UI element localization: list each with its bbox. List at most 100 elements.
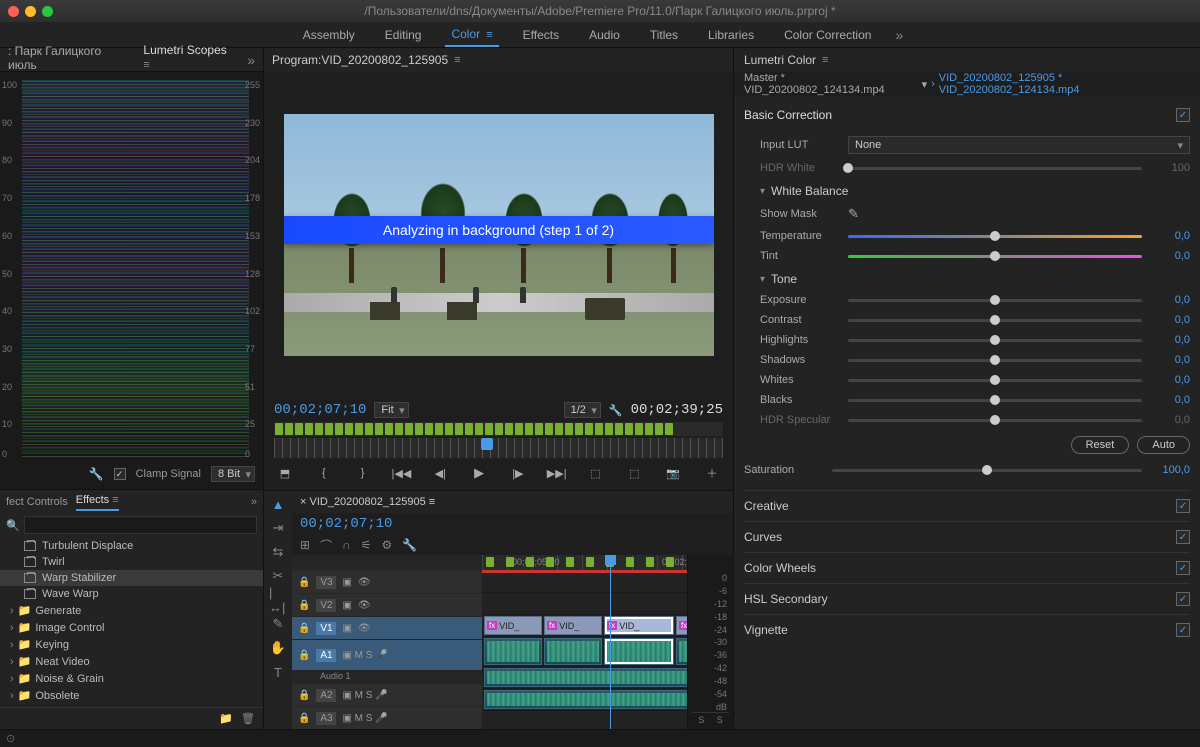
track-row-v3[interactable]: [482, 571, 687, 593]
workspace-tab-color[interactable]: Color ≡: [445, 23, 498, 47]
toggle-track-output-icon[interactable]: ▣: [342, 623, 351, 634]
effect-folder[interactable]: ›📁Image Control: [0, 619, 263, 636]
bit-depth-dropdown[interactable]: 8 Bit: [211, 466, 255, 482]
tone-section[interactable]: ▾Tone: [760, 266, 1190, 290]
lock-icon[interactable]: 🔒: [298, 690, 310, 701]
toggle-track-output-icon[interactable]: ▣: [342, 577, 351, 588]
tint-value[interactable]: 0,0: [1150, 250, 1190, 262]
step-forward-icon[interactable]: |▶: [507, 464, 529, 482]
lock-icon[interactable]: 🔒: [298, 600, 310, 611]
playhead[interactable]: [610, 555, 611, 729]
snap-icon[interactable]: ⊞: [300, 538, 310, 552]
saturation-value[interactable]: 100,0: [1150, 464, 1190, 476]
video-clip[interactable]: fxVID_: [484, 616, 542, 635]
clamp-signal-checkbox[interactable]: ✓: [114, 468, 126, 480]
eye-icon[interactable]: 👁: [358, 600, 371, 611]
lock-icon[interactable]: 🔒: [298, 650, 310, 661]
saturation-slider[interactable]: [832, 469, 1142, 472]
shadows-value[interactable]: 0,0: [1150, 354, 1190, 366]
workspace-tab-assembly[interactable]: Assembly: [297, 24, 361, 46]
step-back-icon[interactable]: ◀|: [429, 464, 451, 482]
slip-tool-icon[interactable]: |↔|: [269, 591, 287, 609]
track-row-a2[interactable]: [482, 667, 687, 689]
solo-icon[interactable]: S: [698, 715, 704, 725]
timeline-wrench-icon[interactable]: 🔧: [402, 538, 417, 552]
go-to-in-icon[interactable]: |◀◀: [390, 464, 412, 482]
settings-icon[interactable]: 🔧: [609, 404, 623, 417]
minimize-icon[interactable]: [25, 6, 36, 17]
workspace-tab-effects[interactable]: Effects: [517, 24, 565, 46]
time-ruler[interactable]: 00;02;05;00 00;02;10;00: [482, 555, 687, 571]
mute-icon[interactable]: ▣ M S 🎤: [342, 713, 387, 724]
track-header-a1[interactable]: 🔒A1▣ M S 🎤: [292, 640, 482, 670]
highlights-value[interactable]: 0,0: [1150, 334, 1190, 346]
effect-folder[interactable]: ›📁Keying: [0, 636, 263, 653]
marker-icon[interactable]: ∩: [342, 538, 351, 552]
shadows-slider[interactable]: [848, 359, 1142, 362]
video-clip[interactable]: fxVID_: [544, 616, 602, 635]
input-lut-dropdown[interactable]: None: [848, 136, 1190, 154]
pen-tool-icon[interactable]: ✎: [269, 615, 287, 633]
markers-strip[interactable]: [274, 422, 723, 436]
color-wheels-section[interactable]: Color Wheels✓: [744, 552, 1190, 583]
export-frame-icon[interactable]: 📷: [662, 464, 684, 482]
ripple-edit-tool-icon[interactable]: ⇆: [269, 543, 287, 561]
play-icon[interactable]: ▶: [468, 464, 490, 482]
highlights-slider[interactable]: [848, 339, 1142, 342]
source-tab[interactable]: : Парк Галицкого июль: [8, 44, 131, 75]
lift-icon[interactable]: ⬚: [585, 464, 607, 482]
audio-clip[interactable]: [484, 690, 687, 709]
track-row-v1[interactable]: fxVID_ fxVID_ fxVID_ fx fx: [482, 615, 687, 637]
track-header-a3[interactable]: 🔒A3▣ M S 🎤: [292, 707, 482, 729]
menu-icon[interactable]: ≡: [822, 54, 828, 66]
workspace-tab-titles[interactable]: Titles: [644, 24, 684, 46]
track-header-v3[interactable]: 🔒V3▣👁: [292, 571, 482, 593]
effect-controls-tab[interactable]: fect Controls: [6, 496, 68, 508]
selection-tool-icon[interactable]: ▲: [269, 495, 287, 513]
effect-item[interactable]: Turbulent Displace: [0, 538, 263, 554]
mute-icon[interactable]: ▣ M S 🎤: [342, 690, 387, 701]
lock-icon[interactable]: 🔒: [298, 623, 310, 634]
workspace-tab-cc[interactable]: Color Correction: [778, 24, 877, 46]
resolution-dropdown[interactable]: 1/2: [564, 402, 601, 418]
effect-folder[interactable]: ›📁Noise & Grain: [0, 670, 263, 687]
new-bin-icon[interactable]: 📁: [219, 712, 233, 725]
section-enable-checkbox[interactable]: ✓: [1176, 561, 1190, 575]
track-header-v1[interactable]: 🔒V1▣👁: [292, 617, 482, 639]
effect-folder[interactable]: ›📁Generate: [0, 602, 263, 619]
close-icon[interactable]: [8, 6, 19, 17]
toggle-track-output-icon[interactable]: ▣: [342, 600, 351, 611]
effect-item-selected[interactable]: Warp Stabilizer: [0, 570, 263, 586]
workspace-tab-audio[interactable]: Audio: [583, 24, 626, 46]
program-ruler[interactable]: [274, 438, 723, 458]
section-enable-checkbox[interactable]: ✓: [1176, 108, 1190, 122]
contrast-value[interactable]: 0,0: [1150, 314, 1190, 326]
go-to-out-icon[interactable]: ▶▶|: [546, 464, 568, 482]
section-enable-checkbox[interactable]: ✓: [1176, 623, 1190, 637]
effect-item[interactable]: Twirl: [0, 554, 263, 570]
lock-icon[interactable]: 🔒: [298, 713, 310, 724]
add-marker-icon[interactable]: ⬒: [274, 464, 296, 482]
effect-folder[interactable]: ›📁Neat Video: [0, 653, 263, 670]
audio-clip[interactable]: [544, 638, 602, 665]
temperature-slider[interactable]: [848, 235, 1142, 238]
track-header-a2[interactable]: 🔒A2▣ M S 🎤: [292, 684, 482, 706]
section-enable-checkbox[interactable]: ✓: [1176, 499, 1190, 513]
workspace-tab-editing[interactable]: Editing: [379, 24, 428, 46]
track-row-a3[interactable]: [482, 689, 687, 711]
track-row-v2[interactable]: [482, 593, 687, 615]
video-clip-selected[interactable]: fxVID_: [604, 616, 674, 635]
audio-clip[interactable]: [484, 638, 542, 665]
effects-search-input[interactable]: [24, 516, 257, 534]
sync-lock-icon[interactable]: ⚟: [361, 538, 372, 552]
zoom-fit-dropdown[interactable]: Fit: [374, 402, 408, 418]
timeline-tracks[interactable]: 00;02;05;00 00;02;10;00 fxVID_ fxVID_ fx…: [482, 555, 687, 729]
menu-icon[interactable]: ≡: [454, 54, 460, 66]
sequence-clip-label[interactable]: VID_20200802_125905 * VID_20200802_12413…: [939, 72, 1190, 96]
mark-out-icon[interactable]: }: [352, 464, 374, 482]
white-balance-section[interactable]: ▾White Balance: [760, 178, 1190, 202]
video-canvas[interactable]: Analyzing in background (step 1 of 2): [264, 72, 733, 398]
basic-correction-section[interactable]: Basic Correction ✓: [744, 102, 1190, 128]
eye-icon[interactable]: 👁: [358, 577, 371, 588]
razor-tool-icon[interactable]: ✂: [269, 567, 287, 585]
